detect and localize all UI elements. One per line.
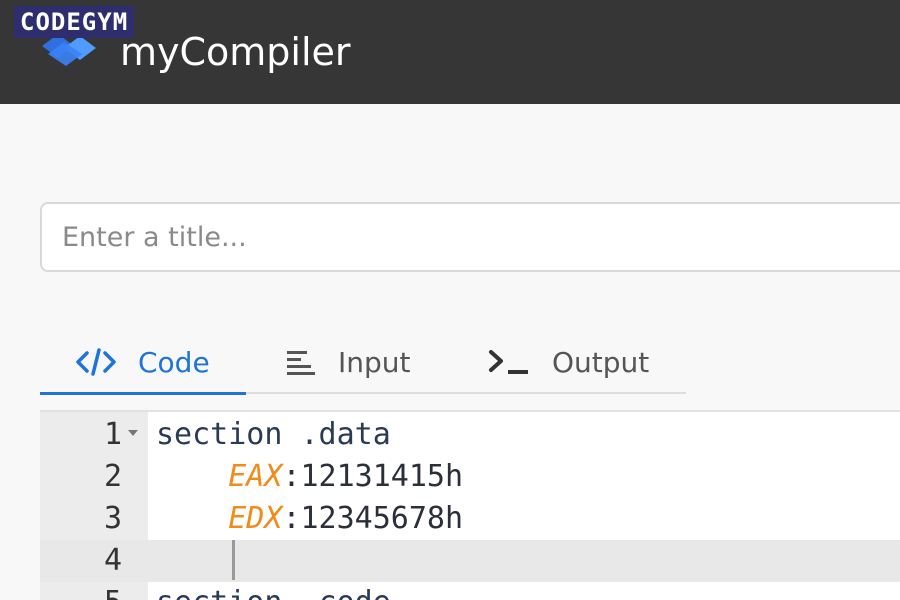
code-line[interactable]: 2 EAX:12131415h (40, 456, 900, 498)
fold-arrow-icon[interactable] (128, 430, 138, 436)
code-line[interactable]: 5 section .code (40, 582, 900, 600)
line-number: 2 (103, 459, 122, 494)
code-line-text: EAX:12131415h (156, 456, 463, 498)
text-cursor (232, 540, 235, 580)
app-header: CODEGYM myCompiler (0, 0, 900, 104)
double-chevron-logo-icon[interactable] (38, 32, 102, 76)
line-number: 3 (103, 501, 122, 536)
directive-token: section .code (156, 585, 391, 600)
code-line-text: EDX:12345678h (156, 498, 463, 540)
line-number: 1 (103, 417, 122, 452)
code-token: :12131415h (282, 459, 464, 494)
register-token: EAX (228, 459, 283, 494)
tab-output[interactable]: Output (488, 330, 649, 394)
codegym-watermark: CODEGYM (14, 6, 135, 38)
title-input[interactable] (40, 202, 900, 272)
terminal-prompt-icon (488, 348, 530, 376)
code-line-text: section .data (156, 414, 391, 456)
line-number: 4 (103, 543, 122, 578)
tab-input-label: Input (338, 345, 411, 379)
app-title[interactable]: myCompiler (120, 26, 351, 78)
code-line[interactable]: 1 section .data (40, 414, 900, 456)
code-token: :12345678h (282, 501, 464, 536)
line-number: 5 (40, 582, 122, 600)
tab-input[interactable]: Input (286, 330, 411, 394)
code-brackets-icon (76, 348, 116, 376)
code-line[interactable]: 4 (40, 540, 900, 582)
code-editor[interactable]: 1 section .data 2 EAX:12131415h 3 EDX:12345… (40, 410, 900, 600)
register-token: EDX (228, 501, 283, 536)
active-tab-indicator (40, 392, 246, 395)
tab-code-label: Code (138, 345, 210, 379)
code-line[interactable]: 3 EDX:12345678h (40, 498, 900, 540)
code-line-text: section .code (156, 582, 391, 600)
tab-code[interactable]: Code (76, 330, 210, 394)
lines-icon (286, 349, 316, 375)
directive-token: section .data (156, 417, 391, 452)
editor-tabs: Code Input Output (40, 330, 686, 395)
tab-output-label: Output (552, 345, 650, 379)
